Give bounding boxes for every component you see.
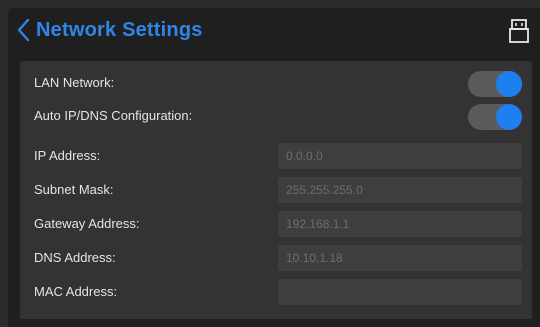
ip-address-label: IP Address:: [34, 148, 101, 163]
subnet-mask-field[interactable]: [278, 177, 522, 203]
lan-network-toggle[interactable]: [468, 71, 522, 97]
header-bar: Network Settings: [8, 8, 540, 52]
chevron-left-icon: [17, 18, 30, 42]
mac-address-field[interactable]: [278, 279, 522, 305]
dns-address-label: DNS Address:: [34, 250, 116, 265]
network-settings-panel: LAN Network: Auto IP/DNS Configuration: …: [20, 61, 532, 319]
subnet-mask-row: Subnet Mask:: [20, 176, 532, 204]
mac-address-label: MAC Address:: [34, 284, 118, 299]
dns-address-row: DNS Address:: [20, 244, 532, 272]
network-settings-screen: Network Settings LAN Network: Auto IP/DN…: [8, 8, 540, 327]
gateway-address-row: Gateway Address:: [20, 210, 532, 238]
toggle-knob: [496, 104, 522, 130]
page-title: Network Settings: [36, 18, 203, 41]
auto-config-label: Auto IP/DNS Configuration:: [34, 108, 193, 123]
device-icon[interactable]: [508, 18, 530, 44]
lan-network-row: LAN Network:: [20, 69, 532, 97]
dns-address-field[interactable]: [278, 245, 522, 271]
ip-address-field[interactable]: [278, 143, 522, 169]
auto-config-toggle[interactable]: [468, 104, 522, 130]
gateway-address-field[interactable]: [278, 211, 522, 237]
lan-network-label: LAN Network:: [34, 75, 115, 90]
ip-address-row: IP Address:: [20, 142, 532, 170]
auto-config-row: Auto IP/DNS Configuration:: [20, 102, 532, 130]
toggle-knob: [496, 71, 522, 97]
mac-address-row: MAC Address:: [20, 278, 532, 306]
gateway-address-label: Gateway Address:: [34, 216, 140, 231]
subnet-mask-label: Subnet Mask:: [34, 182, 114, 197]
back-button[interactable]: Network Settings: [16, 14, 203, 46]
